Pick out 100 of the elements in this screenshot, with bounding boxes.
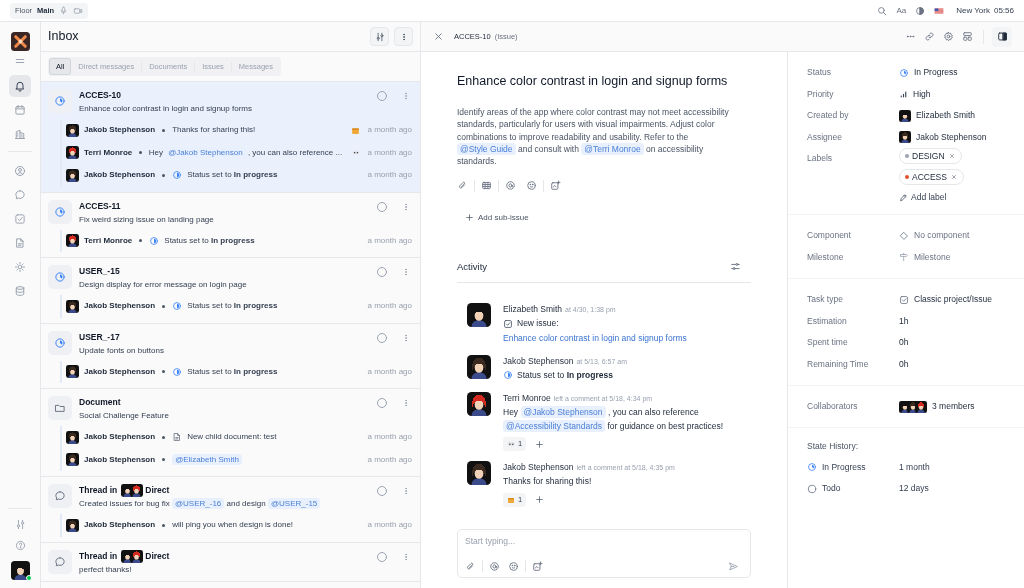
mark-read-icon[interactable] — [376, 485, 388, 497]
mention-icon[interactable] — [489, 560, 500, 572]
add-label-button[interactable]: Add label — [899, 191, 947, 204]
chat-icon — [14, 189, 26, 201]
timestamp: a month ago — [367, 169, 412, 182]
property-value[interactable]: Elizabeth Smith — [916, 109, 976, 123]
timestamp: a month ago — [367, 453, 412, 466]
sliders-icon[interactable] — [14, 519, 26, 530]
filter-button[interactable] — [370, 27, 389, 46]
video-camera-icon[interactable] — [73, 5, 84, 16]
add-reaction-icon[interactable] — [535, 439, 545, 449]
timestamp: a month ago — [367, 146, 412, 159]
sidebar-panel-icon — [996, 31, 1008, 42]
comment-field[interactable]: Start typing... — [457, 529, 751, 578]
progress-icon — [54, 205, 66, 218]
bullet-icon — [162, 435, 166, 439]
item-title: USER_-15 — [79, 265, 120, 278]
item-subtitle: Design display for error message on login page — [79, 279, 248, 291]
attachment-icon[interactable] — [465, 560, 476, 572]
mention-link[interactable]: @Accessibility Standards — [503, 419, 606, 432]
bullet-icon — [162, 523, 166, 527]
timestamp: a month ago — [367, 300, 412, 313]
add-reaction-icon[interactable] — [535, 495, 545, 505]
mark-read-icon[interactable] — [376, 331, 388, 344]
progress-icon — [54, 271, 66, 283]
mark-read-icon[interactable] — [376, 266, 388, 278]
settings-icon[interactable] — [943, 31, 954, 42]
microphone-icon[interactable] — [59, 6, 69, 15]
mention-icon[interactable] — [505, 180, 516, 192]
font-size-button[interactable]: Aa — [896, 4, 907, 17]
label-chip[interactable]: DESIGN — [899, 148, 962, 164]
property-value[interactable]: In Progress — [914, 66, 958, 80]
message-text: Status set to In progress — [187, 169, 278, 182]
mention-link[interactable]: @USER_-15 — [267, 498, 321, 509]
mention-link[interactable]: @Jakob Stephenson — [520, 406, 606, 419]
status-icon — [172, 366, 183, 377]
bullet-icon — [139, 239, 143, 243]
bullet-icon — [162, 128, 166, 132]
section-title: Activity — [457, 259, 488, 274]
comment-input[interactable]: Start typing... — [465, 535, 743, 548]
avatar-icon — [66, 453, 79, 467]
author-name: Jakob Stephenson — [84, 453, 156, 466]
bullet-icon — [139, 151, 142, 155]
image-add-icon[interactable] — [550, 180, 561, 192]
mark-read-icon[interactable] — [376, 90, 388, 102]
channel-name: Direct — [145, 549, 170, 563]
property-value[interactable]: High — [913, 87, 931, 101]
image-add-icon[interactable] — [532, 560, 543, 572]
layout-icon[interactable] — [962, 31, 973, 42]
mark-read-icon[interactable] — [376, 200, 388, 213]
remove-icon[interactable] — [949, 173, 958, 181]
emoji-icon[interactable] — [508, 560, 519, 572]
avatar-icon — [66, 146, 79, 160]
property-label: Spent time — [807, 336, 849, 349]
property-value[interactable]: Jakob Stephenson — [916, 130, 987, 144]
mention-link[interactable]: @Style Guide — [457, 142, 516, 155]
message-text: will ping you when design is done! — [172, 519, 294, 532]
contrast-icon[interactable] — [915, 5, 926, 16]
mark-read-icon[interactable] — [376, 397, 388, 409]
nav-button[interactable] — [9, 75, 31, 97]
close-icon[interactable] — [433, 31, 444, 42]
mention-link[interactable]: @Terri Monroe — [581, 142, 644, 155]
mark-read-icon[interactable] — [376, 550, 388, 563]
property-value[interactable]: Milestone — [914, 250, 951, 264]
panel-toggle-button[interactable] — [992, 26, 1012, 47]
property-value: 1h — [899, 314, 909, 328]
filter-icon[interactable] — [730, 261, 741, 273]
search-icon[interactable] — [877, 5, 888, 16]
table-icon[interactable] — [481, 180, 492, 192]
help-icon[interactable] — [14, 540, 26, 551]
mention-link[interactable]: @USER_-16 — [171, 498, 225, 509]
issue-link[interactable]: Enhance color contrast in login and signup forms — [503, 330, 687, 345]
clock-time: 05:56 — [993, 4, 1014, 17]
send-icon[interactable] — [728, 560, 739, 572]
author-name: Terri Monroe — [503, 392, 551, 405]
remove-icon[interactable] — [947, 152, 956, 160]
property-value[interactable]: 3 members — [932, 400, 975, 413]
author-name: Jakob Stephenson — [84, 124, 156, 137]
issue-title: Enhance color contrast in login and signup forms — [457, 73, 729, 90]
add-sub-issue-button[interactable]: Add sub-issue — [465, 211, 529, 224]
app-logo-icon[interactable] — [10, 32, 30, 51]
property-value[interactable]: Classic project/Issue — [914, 293, 992, 306]
more-button[interactable] — [394, 27, 413, 46]
author-name: Elizabeth Smith — [503, 303, 563, 316]
label-text: ACCESS — [912, 170, 947, 184]
property-value[interactable]: No component — [914, 229, 970, 242]
emoji-icon[interactable] — [526, 180, 537, 192]
property-label: Task type — [807, 293, 844, 306]
channel-name: Direct — [145, 484, 170, 497]
inbox-item[interactable] — [41, 82, 420, 193]
mention-link[interactable]: @Elizabeth Smith — [172, 453, 242, 465]
avatar-icon — [915, 400, 927, 413]
avatar-icon — [467, 461, 491, 486]
status-icon — [172, 170, 183, 181]
attachment-icon[interactable] — [457, 180, 468, 192]
property-label: Assignee — [807, 130, 843, 144]
label-chip[interactable]: ACCESS — [899, 169, 964, 185]
avatar-icon — [66, 234, 79, 248]
avatar-icon — [66, 123, 79, 137]
link-icon[interactable] — [924, 31, 935, 42]
